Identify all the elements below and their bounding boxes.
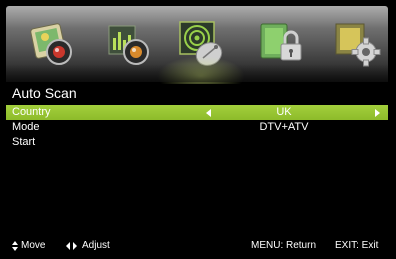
- left-right-icon: [66, 242, 78, 250]
- arrow-left-icon[interactable]: [206, 109, 211, 117]
- help-move: Move: [21, 240, 46, 251]
- setting-label: Country: [12, 106, 51, 118]
- lock-icon[interactable]: [257, 18, 309, 70]
- help-adjust: Adjust: [82, 240, 110, 251]
- menu-tab-bar: [6, 6, 388, 96]
- setting-value: UK: [276, 106, 292, 118]
- picture-icon[interactable]: [27, 18, 79, 70]
- setup-icon[interactable]: [332, 18, 384, 70]
- page-title: Auto Scan: [12, 85, 77, 101]
- help-exit: EXIT: Exit: [335, 240, 379, 251]
- tv-osd-window: Auto Scan Country UK Mode DTV+ATV Start …: [6, 6, 388, 253]
- arrow-right-icon[interactable]: [375, 109, 380, 117]
- help-menu-return: MENU: Return: [251, 240, 317, 251]
- page-header: Auto Scan: [6, 84, 388, 103]
- setting-row-start[interactable]: Start: [6, 135, 388, 150]
- setting-row-country[interactable]: Country UK: [6, 105, 388, 120]
- setting-row-mode[interactable]: Mode DTV+ATV: [6, 120, 388, 135]
- setting-label: Mode: [12, 121, 40, 133]
- help-bar: Move Adjust MENU: Return EXIT: Exit: [6, 239, 388, 253]
- setting-label: Start: [12, 136, 36, 148]
- up-down-icon: [12, 241, 18, 251]
- sound-icon[interactable]: [103, 18, 155, 70]
- channel-icon[interactable]: [157, 18, 245, 96]
- setting-value: DTV+ATV: [259, 121, 309, 133]
